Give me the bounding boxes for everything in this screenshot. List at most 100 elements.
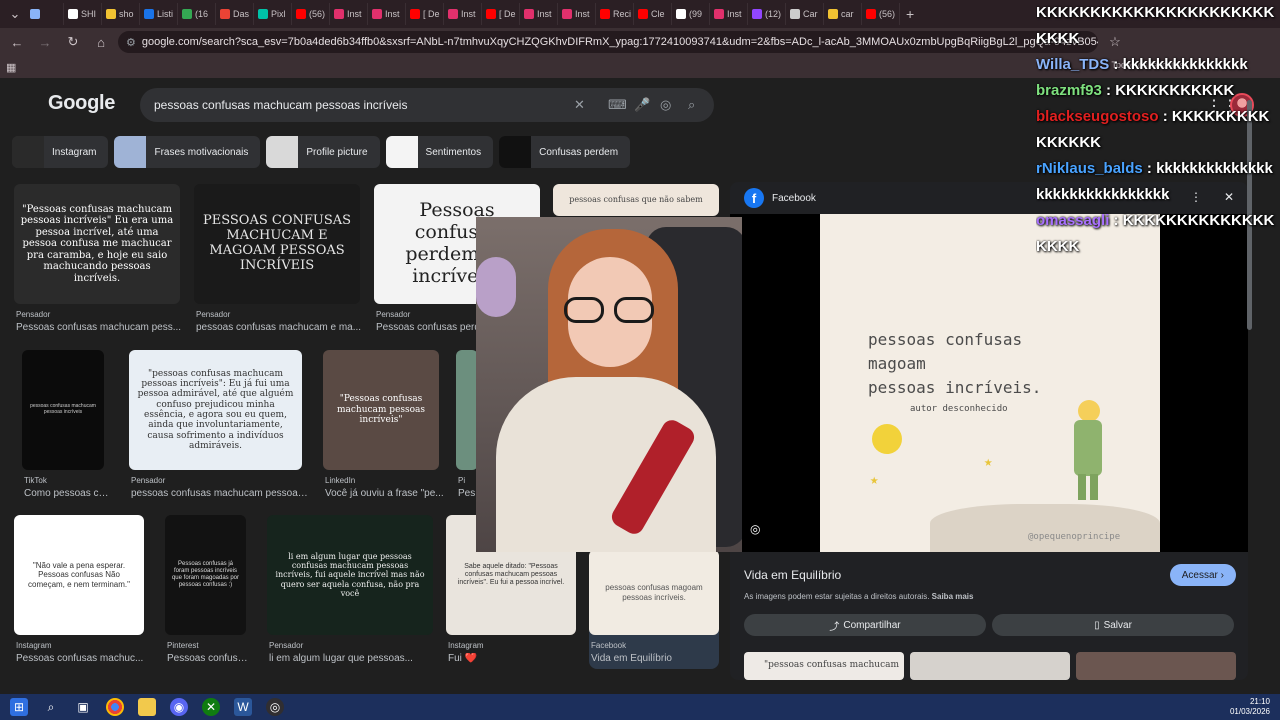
windows-start-icon[interactable]: ⊞	[10, 698, 28, 716]
tab-search-icon[interactable]: ⌄	[4, 3, 26, 25]
browser-tab[interactable]: sho	[102, 3, 140, 25]
browser-tab[interactable]: Das	[216, 3, 254, 25]
search-icon[interactable]: ⌕	[688, 97, 695, 113]
browser-tab[interactable]: Car	[786, 3, 824, 25]
address-bar[interactable]: ⚙ google.com/search?sca_esv=7b0a4ded6b34…	[118, 31, 1098, 53]
result-image[interactable]: PESSOAS CONFUSAS MACHUCAM E MAGOAM PESSO…	[194, 184, 360, 304]
browser-tab[interactable]: SHI	[64, 3, 102, 25]
browser-tab[interactable]: (56)	[292, 3, 330, 25]
reload-button[interactable]: ↻	[62, 31, 84, 53]
result-caption[interactable]: li em algum lugar que pessoas...	[269, 653, 439, 664]
image-result[interactable]: "pessoas confusas machucam pessoas incrí…	[129, 350, 308, 504]
browser-tab[interactable]: Pixl	[254, 3, 292, 25]
result-source[interactable]: Pensador	[196, 310, 230, 319]
result-image[interactable]: "pessoas confusas machucam pessoas incrí…	[129, 350, 302, 470]
mic-icon[interactable]: 🎤	[634, 97, 650, 113]
browser-tab[interactable]: Listi	[140, 3, 178, 25]
learn-more-link[interactable]: Saiba mais	[932, 592, 974, 601]
result-source[interactable]: Instagram	[16, 641, 52, 650]
result-caption[interactable]: Pessoas confusas ...	[167, 653, 252, 664]
filter-chip[interactable]: Instagram	[12, 136, 109, 168]
result-caption[interactable]: Pessoas confusas machucam pess...	[16, 322, 186, 333]
result-caption[interactable]: pessoas confusas machucam e ma...	[196, 322, 366, 333]
browser-tab[interactable]: Inst	[710, 3, 748, 25]
apps-icon[interactable]: ▦	[6, 61, 16, 74]
obs-icon[interactable]: ◎	[266, 698, 284, 716]
image-result[interactable]: "Pessoas confusas machucam pessoas incrí…	[323, 350, 444, 504]
preview-source[interactable]: f Facebook	[744, 188, 816, 208]
chrome-icon[interactable]	[106, 698, 124, 716]
forward-button[interactable]: →	[34, 31, 56, 53]
discord-icon[interactable]: ◉	[170, 698, 188, 716]
result-image[interactable]: li em algum lugar que pessoas confusas m…	[267, 515, 433, 635]
back-button[interactable]: ←	[6, 31, 28, 53]
result-caption[interactable]: pessoas confusas machucam pessoas...	[131, 488, 308, 499]
related-image[interactable]	[1076, 652, 1236, 680]
task-view-icon[interactable]: ▣	[74, 698, 92, 716]
chat-username[interactable]: rNiklaus_balds	[1036, 160, 1143, 177]
browser-tab[interactable]: Inst	[444, 3, 482, 25]
browser-tab[interactable]: Reci	[596, 3, 634, 25]
search-box[interactable]: pessoas confusas machucam pessoas incrív…	[140, 88, 714, 122]
browser-tab[interactable]: (56)	[862, 3, 900, 25]
save-button[interactable]: ▯ Salvar	[992, 614, 1234, 636]
result-source[interactable]: TikTok	[24, 476, 47, 485]
result-image[interactable]: pessoas confusas magoam pessoas incrívei…	[589, 550, 719, 635]
image-result[interactable]: Pessoas confusas já foram pessoas incrív…	[165, 515, 252, 669]
browser-tab[interactable]: [ De	[482, 3, 520, 25]
search-input[interactable]: pessoas confusas machucam pessoas incrív…	[154, 98, 407, 112]
filter-chip[interactable]: Sentimentos	[385, 136, 494, 168]
share-button[interactable]: ⤴ Compartilhar	[744, 614, 986, 636]
result-source[interactable]: Facebook	[591, 641, 626, 650]
chat-username[interactable]: Willa_TDS	[1036, 56, 1109, 73]
search-icon[interactable]: ⌕	[42, 698, 60, 716]
image-result[interactable]: PESSOAS CONFUSAS MACHUCAM E MAGOAM PESSO…	[194, 184, 361, 338]
image-result[interactable]: "Não vale a pena esperar. Pessoas confus…	[14, 515, 144, 669]
result-caption[interactable]: Vida em Equilíbrio	[591, 653, 725, 664]
result-image[interactable]: pessoas confusas machucam pessoas incrív…	[22, 350, 104, 470]
visit-button[interactable]: Acessar ›	[1169, 564, 1236, 586]
image-result[interactable]: "Pessoas confusas machucam pessoas incrí…	[14, 184, 181, 338]
browser-tab[interactable]: Cle	[634, 3, 672, 25]
result-source[interactable]: Pinterest	[167, 641, 199, 650]
result-caption[interactable]: Fui ❤️	[448, 653, 582, 664]
image-result[interactable]: li em algum lugar que pessoas confusas m…	[267, 515, 433, 669]
image-result[interactable]: pessoas confusas machucam pessoas incrív…	[22, 350, 110, 504]
google-logo[interactable]: Google	[48, 92, 115, 115]
result-image[interactable]: "Pessoas confusas machucam pessoas incrí…	[323, 350, 439, 470]
result-source[interactable]: Pi	[458, 476, 465, 485]
preview-title[interactable]: Vida em Equilíbrio	[744, 568, 841, 582]
related-image[interactable]: "pessoas confusas machucam	[744, 652, 904, 680]
result-source[interactable]: Pensador	[376, 310, 410, 319]
lens-icon[interactable]: ◎	[660, 97, 671, 113]
browser-tab[interactable]: [ De	[406, 3, 444, 25]
result-image[interactable]: "Não vale a pena esperar. Pessoas confus…	[14, 515, 144, 635]
result-source[interactable]: Pensador	[269, 641, 303, 650]
chat-username[interactable]: omassagli	[1036, 212, 1109, 229]
browser-tab[interactable]: car	[824, 3, 862, 25]
filter-chip[interactable]: Confusas perdem	[499, 136, 631, 168]
result-caption[interactable]: Você já ouviu a frase "pe...	[325, 488, 445, 499]
word-icon[interactable]: W	[234, 698, 252, 716]
browser-tab[interactable]: Inst	[330, 3, 368, 25]
site-info-icon[interactable]: ⚙	[126, 36, 136, 49]
browser-tab[interactable]: (16	[178, 3, 216, 25]
result-source[interactable]: Pensador	[16, 310, 50, 319]
result-source[interactable]: Pensador	[131, 476, 165, 485]
result-image[interactable]: "Pessoas confusas machucam pessoas incrí…	[14, 184, 180, 304]
result-image[interactable]: Pessoas confusas já foram pessoas incrív…	[165, 515, 246, 635]
xbox-icon[interactable]: ✕	[202, 698, 220, 716]
lens-search-icon[interactable]: ◎	[750, 522, 760, 536]
keyboard-icon[interactable]: ⌨	[608, 97, 627, 113]
chat-username[interactable]: brazmf93	[1036, 82, 1102, 99]
filter-chip[interactable]: Profile picture	[266, 136, 380, 168]
browser-tab[interactable]: Inst	[368, 3, 406, 25]
result-source[interactable]: LinkedIn	[325, 476, 355, 485]
browser-tab[interactable]: (99	[672, 3, 710, 25]
chat-username[interactable]: blackseugostoso	[1036, 108, 1159, 125]
filter-chip[interactable]: Frases motivacionais	[114, 136, 261, 168]
browser-tab[interactable]	[26, 3, 64, 25]
browser-tab[interactable]: Inst	[520, 3, 558, 25]
home-button[interactable]: ⌂	[90, 31, 112, 53]
result-image[interactable]: pessoas confusas que não sabem	[553, 184, 719, 216]
